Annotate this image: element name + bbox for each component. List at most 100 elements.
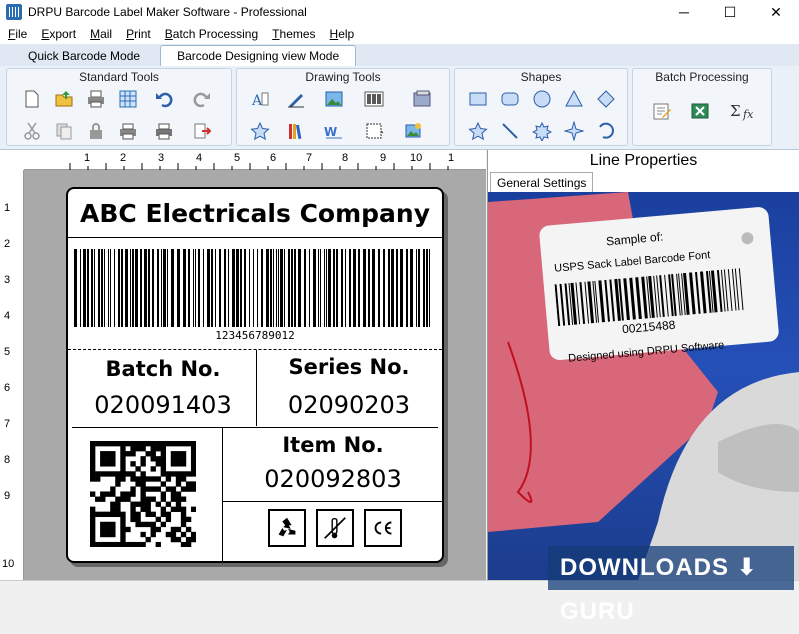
barcode-label[interactable]: ABC Electricals Company 123456789012 Bat… bbox=[66, 187, 444, 563]
shapes-group: Shapes bbox=[454, 68, 628, 146]
minimize-button[interactable]: ─ bbox=[661, 0, 707, 24]
barcode-icon[interactable] bbox=[361, 87, 387, 111]
pen-icon[interactable] bbox=[283, 87, 309, 111]
sample-photo: Sample of: USPS Sack Label Barcode Font … bbox=[488, 192, 799, 580]
text-tool-icon[interactable]: A bbox=[247, 87, 273, 111]
ellipse-shape-icon[interactable] bbox=[529, 87, 555, 111]
series-heading[interactable]: Series No. bbox=[264, 355, 434, 379]
company-name-text[interactable]: ABC Electricals Company bbox=[68, 199, 442, 228]
rectangle-shape-icon[interactable] bbox=[465, 87, 491, 111]
line-properties-panel: Line Properties General Settings Sample … bbox=[487, 150, 799, 580]
ruler-left-7: 7 bbox=[4, 418, 11, 430]
print-icon[interactable] bbox=[83, 87, 109, 111]
ruler-top-4: 4 bbox=[196, 152, 203, 164]
svg-text:A: A bbox=[251, 93, 263, 109]
ruler-top-9: 9 bbox=[380, 152, 387, 164]
ruler-left-6: 6 bbox=[4, 382, 11, 394]
ruler-left-2: 2 bbox=[4, 238, 11, 250]
ruler-left-10: 10 bbox=[2, 558, 15, 570]
watermark: DOWNLOADS ⬇ GURU bbox=[548, 546, 794, 625]
series-value[interactable]: 02090203 bbox=[264, 391, 434, 419]
align-icon[interactable] bbox=[361, 119, 387, 143]
open-icon[interactable] bbox=[51, 87, 77, 111]
export-icon[interactable] bbox=[189, 119, 215, 143]
item-value[interactable]: 020092803 bbox=[228, 465, 438, 493]
burst-shape-icon[interactable] bbox=[529, 119, 555, 143]
divider-line[interactable] bbox=[256, 350, 257, 426]
item-heading[interactable]: Item No. bbox=[228, 433, 438, 457]
star-outline-icon[interactable] bbox=[465, 119, 491, 143]
ruler-left-9: 9 bbox=[4, 490, 11, 502]
mode-tabs: Quick Barcode Mode Barcode Designing vie… bbox=[0, 44, 799, 66]
lock-icon[interactable] bbox=[83, 119, 109, 143]
menu-themes[interactable]: Themes bbox=[272, 27, 315, 41]
ribbon-toolbar: Standard Tools Drawing Tools A W Shapes bbox=[0, 66, 799, 150]
redo-icon[interactable] bbox=[189, 87, 215, 111]
barcode-number-text[interactable]: 123456789012 bbox=[68, 329, 442, 342]
menu-print[interactable]: Print bbox=[126, 27, 151, 41]
batch-heading[interactable]: Batch No. bbox=[78, 357, 248, 381]
divider-line[interactable] bbox=[223, 501, 442, 502]
undo-icon[interactable] bbox=[151, 87, 177, 111]
ruler-left-8: 8 bbox=[4, 454, 11, 466]
ce-mark-icon[interactable] bbox=[364, 509, 402, 547]
ruler-left-1: 1 bbox=[4, 202, 11, 214]
menu-file[interactable]: File bbox=[8, 27, 27, 41]
triangle-shape-icon[interactable] bbox=[561, 87, 587, 111]
menu-bar: File Export Mail Print Batch Processing … bbox=[0, 24, 799, 44]
copy-icon[interactable] bbox=[51, 119, 77, 143]
ruler-left-3: 3 bbox=[4, 274, 11, 286]
star-shape-icon[interactable] bbox=[247, 119, 273, 143]
batch-edit-icon[interactable] bbox=[649, 99, 675, 123]
formula-icon[interactable]: Σfx bbox=[727, 99, 761, 123]
batch-print-icon[interactable] bbox=[151, 119, 177, 143]
divider-line[interactable] bbox=[72, 427, 438, 428]
divider-line[interactable] bbox=[68, 349, 442, 350]
menu-batch-processing[interactable]: Batch Processing bbox=[165, 27, 258, 41]
divider-line[interactable] bbox=[222, 428, 223, 563]
insert-image-icon[interactable] bbox=[401, 119, 427, 143]
ruler-top-3: 3 bbox=[158, 152, 165, 164]
maximize-button[interactable]: ☐ bbox=[707, 0, 753, 24]
print-preview-icon[interactable] bbox=[115, 119, 141, 143]
shapes-title: Shapes bbox=[520, 70, 562, 84]
grid-icon[interactable] bbox=[115, 87, 141, 111]
drawing-tools-group: Drawing Tools A W bbox=[236, 68, 450, 146]
vertical-ruler: 1 2 3 4 5 6 7 8 9 10 bbox=[0, 170, 24, 580]
menu-mail[interactable]: Mail bbox=[90, 27, 112, 41]
line-shape-icon[interactable] bbox=[497, 119, 523, 143]
diamond-shape-icon[interactable] bbox=[593, 87, 619, 111]
tab-general-settings[interactable]: General Settings bbox=[490, 172, 594, 193]
horizontal-ruler: 1 2 3 4 5 6 7 8 9 10 1 bbox=[24, 150, 486, 170]
qr-code[interactable] bbox=[90, 441, 196, 547]
rounded-rectangle-icon[interactable] bbox=[497, 87, 523, 111]
library-icon[interactable] bbox=[283, 119, 309, 143]
cut-icon[interactable] bbox=[19, 119, 45, 143]
svg-text:fx: fx bbox=[742, 108, 754, 121]
arc-shape-icon[interactable] bbox=[593, 119, 619, 143]
title-bar: DRPU Barcode Label Maker Software - Prof… bbox=[0, 0, 799, 24]
ruler-top-8: 8 bbox=[342, 152, 349, 164]
batch-excel-icon[interactable] bbox=[687, 99, 713, 123]
menu-help[interactable]: Help bbox=[330, 27, 355, 41]
app-icon bbox=[6, 4, 22, 20]
tab-barcode-designing-mode[interactable]: Barcode Designing view Mode bbox=[160, 45, 357, 66]
image-library-icon[interactable] bbox=[409, 87, 435, 111]
linear-barcode[interactable] bbox=[74, 249, 436, 327]
word-art-icon[interactable]: W bbox=[321, 119, 347, 143]
drawing-tools-title: Drawing Tools bbox=[305, 70, 381, 84]
ruler-top-10: 10 bbox=[410, 152, 423, 164]
batch-value[interactable]: 020091403 bbox=[78, 391, 248, 419]
new-icon[interactable] bbox=[19, 87, 45, 111]
no-heat-icon[interactable] bbox=[316, 509, 354, 547]
ruler-top-2: 2 bbox=[120, 152, 127, 164]
recycle-icon[interactable] bbox=[268, 509, 306, 547]
svg-text:W: W bbox=[324, 125, 337, 139]
menu-export[interactable]: Export bbox=[41, 27, 76, 41]
picture-icon[interactable] bbox=[321, 87, 347, 111]
standard-tools-title: Standard Tools bbox=[79, 70, 159, 84]
close-button[interactable]: ✕ bbox=[753, 0, 799, 24]
divider-line[interactable] bbox=[68, 237, 442, 238]
tab-quick-barcode-mode[interactable]: Quick Barcode Mode bbox=[12, 46, 156, 66]
four-point-star-icon[interactable] bbox=[561, 119, 587, 143]
